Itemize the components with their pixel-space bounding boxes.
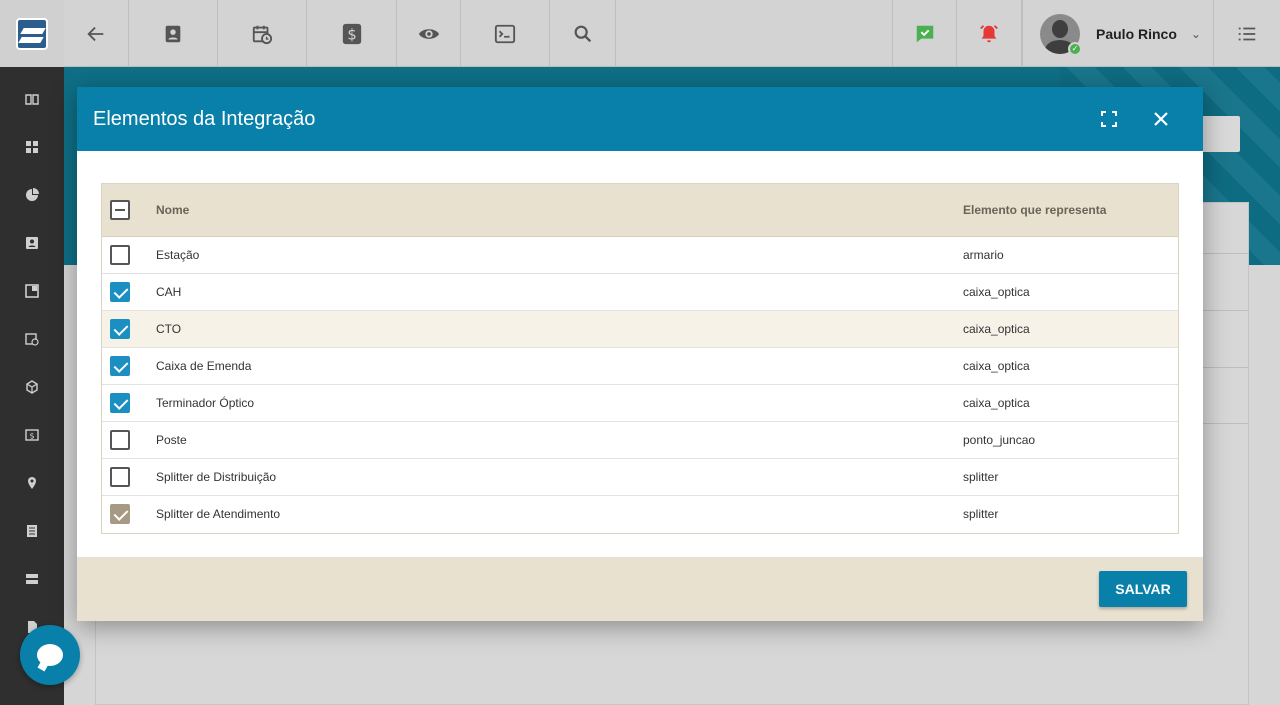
- cell-element: splitter: [963, 470, 999, 484]
- table-row[interactable]: Terminador Óptico caixa_optica: [102, 385, 1178, 422]
- column-header-element: Elemento que representa: [963, 203, 1107, 217]
- app-logo[interactable]: [0, 0, 64, 67]
- table-row[interactable]: Splitter de Distribuição splitter: [102, 459, 1178, 496]
- table-row[interactable]: CAH caixa_optica: [102, 274, 1178, 311]
- fullscreen-icon[interactable]: [1094, 104, 1124, 134]
- select-all-checkbox[interactable]: [110, 200, 130, 220]
- cell-element: splitter: [963, 507, 999, 521]
- calendar-clock-icon[interactable]: [25, 332, 39, 346]
- document-list-icon[interactable]: [25, 524, 39, 538]
- map-pin-icon[interactable]: [25, 476, 39, 490]
- save-button[interactable]: SALVAR: [1099, 571, 1187, 607]
- dialog-footer: SALVAR: [77, 557, 1203, 621]
- calendar-clock-icon: [251, 23, 273, 45]
- alerts-button[interactable]: [957, 0, 1022, 67]
- cell-element: caixa_optica: [963, 285, 1030, 299]
- cube-icon[interactable]: [25, 380, 39, 394]
- cell-name: CTO: [156, 322, 182, 336]
- dollar-icon: $: [341, 23, 363, 45]
- cell-element: armario: [963, 248, 1004, 262]
- user-name: Paulo Rinco: [1096, 25, 1177, 42]
- table-row[interactable]: Estação armario: [102, 237, 1178, 274]
- sidebar: $: [0, 0, 64, 705]
- row-checkbox[interactable]: [110, 430, 130, 450]
- cell-name: Caixa de Emenda: [156, 359, 252, 373]
- table-row[interactable]: CTO caixa_optica: [102, 311, 1178, 348]
- book-icon[interactable]: [25, 92, 39, 106]
- cell-element: caixa_optica: [963, 396, 1030, 410]
- money-icon[interactable]: $: [25, 428, 39, 442]
- contacts-button[interactable]: [129, 0, 218, 67]
- online-status-icon: ✓: [1068, 41, 1082, 56]
- search-icon: [572, 23, 594, 45]
- alarm-bell-icon: [978, 23, 1000, 45]
- chat-bubble-icon: [37, 644, 63, 666]
- menu-button[interactable]: [1214, 0, 1280, 67]
- chat-check-icon: [914, 23, 936, 45]
- eye-icon: [418, 23, 440, 45]
- schedule-button[interactable]: [218, 0, 307, 67]
- row-checkbox[interactable]: [110, 393, 130, 413]
- cell-name: CAH: [156, 285, 182, 299]
- table-row[interactable]: Caixa de Emenda caixa_optica: [102, 348, 1178, 385]
- dashboard-icon[interactable]: [25, 140, 39, 154]
- search-button[interactable]: [550, 0, 616, 67]
- contact-card-icon: [162, 23, 184, 45]
- finance-button[interactable]: $: [307, 0, 397, 67]
- column-header-name: Nome: [156, 203, 190, 217]
- row-checkbox[interactable]: [110, 282, 130, 302]
- close-icon[interactable]: [1146, 104, 1176, 134]
- cell-element: caixa_optica: [963, 322, 1030, 336]
- svg-text:$: $: [347, 26, 356, 43]
- pie-chart-icon[interactable]: [25, 188, 39, 202]
- elements-table: Nome Elemento que representa Estação arma…: [101, 183, 1179, 534]
- messages-button[interactable]: [892, 0, 957, 67]
- top-bar: $ ✓ Paulo Rinco ⌄: [64, 0, 1280, 67]
- terminal-button[interactable]: [461, 0, 550, 67]
- svg-text:$: $: [29, 432, 34, 441]
- list-menu-icon: [1236, 23, 1258, 45]
- table-row[interactable]: Poste ponto_juncao: [102, 422, 1178, 459]
- dialog-title: Elementos da Integração: [93, 107, 316, 130]
- contact-card-icon[interactable]: [25, 236, 39, 250]
- cell-name: Estação: [156, 248, 200, 262]
- table-row[interactable]: Splitter de Atendimento splitter: [102, 496, 1178, 533]
- arrow-left-icon: [85, 23, 107, 45]
- user-menu[interactable]: ✓ Paulo Rinco ⌄: [1022, 0, 1214, 67]
- server-icon[interactable]: [25, 572, 39, 586]
- row-checkbox[interactable]: [110, 467, 130, 487]
- chevron-down-icon: ⌄: [1190, 26, 1201, 41]
- row-checkbox[interactable]: [110, 319, 130, 339]
- back-button[interactable]: [64, 0, 129, 67]
- layout-icon[interactable]: [25, 284, 39, 298]
- row-checkbox[interactable]: [110, 356, 130, 376]
- cell-element: caixa_optica: [963, 359, 1030, 373]
- row-checkbox[interactable]: [110, 245, 130, 265]
- cell-name: Terminador Óptico: [156, 396, 255, 410]
- cell-element: ponto_juncao: [963, 433, 1036, 447]
- chat-widget-button[interactable]: [20, 625, 80, 685]
- row-checkbox: [110, 504, 130, 524]
- table-header: Nome Elemento que representa: [102, 184, 1178, 237]
- dialog-header: Elementos da Integração: [77, 87, 1203, 151]
- cell-name: Splitter de Distribuição: [156, 470, 277, 484]
- cell-name: Poste: [156, 433, 187, 447]
- cell-name: Splitter de Atendimento: [156, 507, 281, 521]
- view-button[interactable]: [397, 0, 461, 67]
- integration-elements-dialog: Elementos da Integração Nome Elemento qu…: [77, 87, 1203, 621]
- terminal-icon: [494, 23, 516, 45]
